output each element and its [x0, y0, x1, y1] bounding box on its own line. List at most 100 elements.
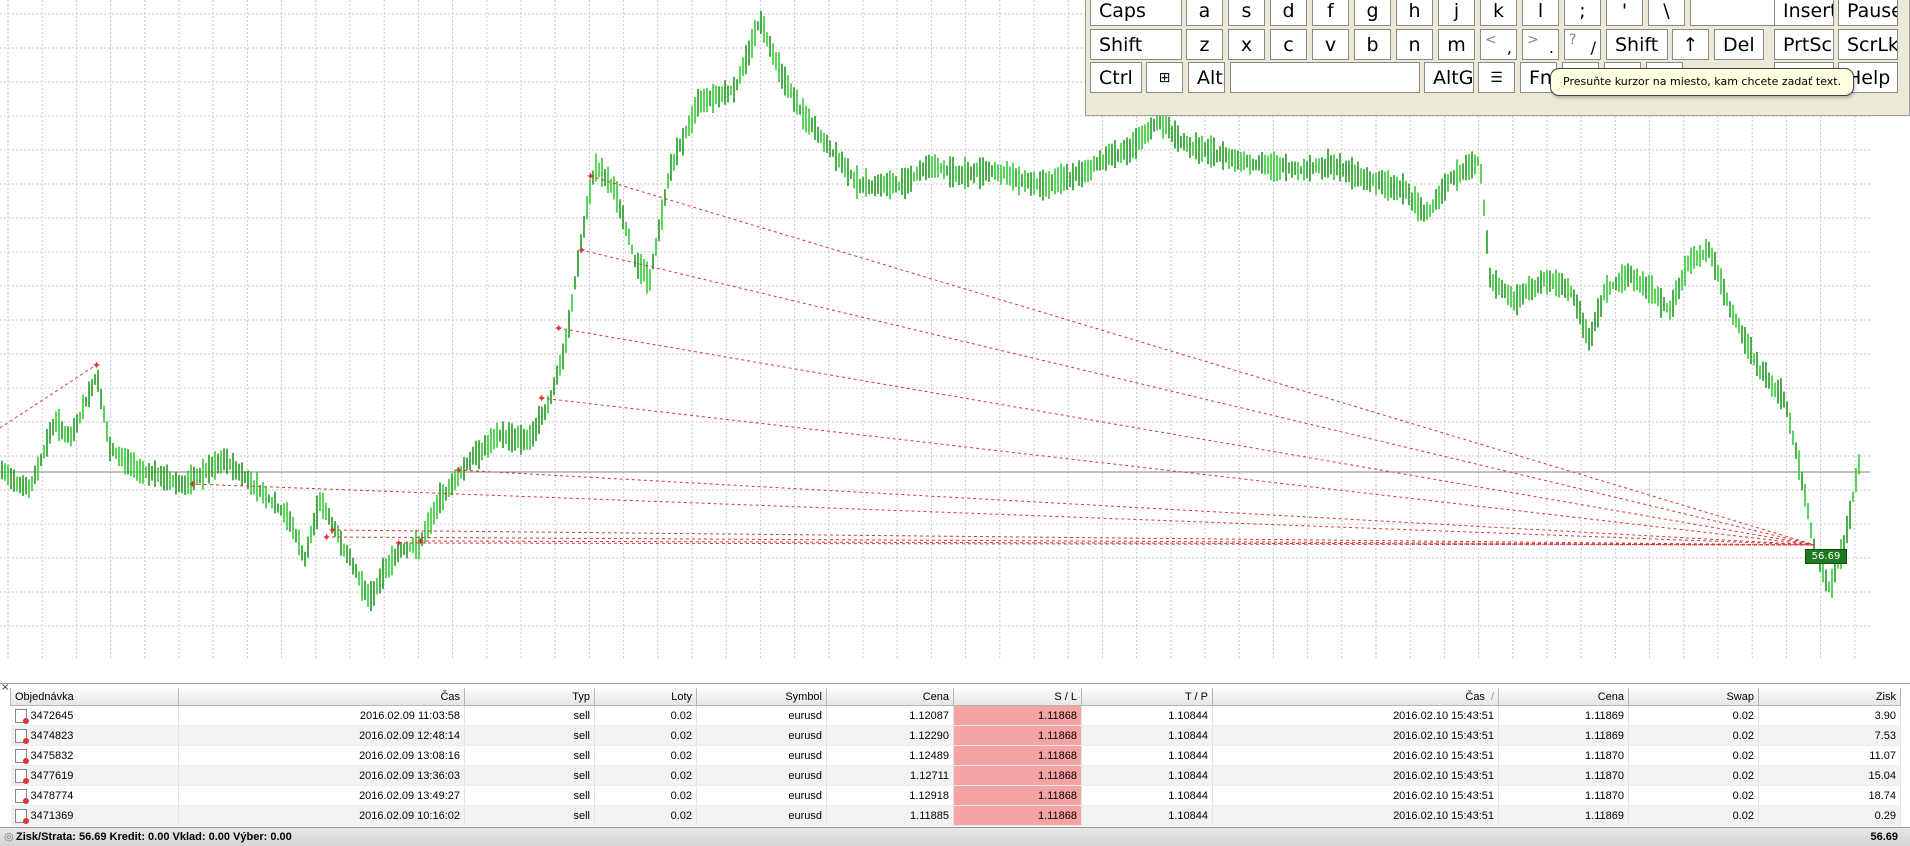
- key-x[interactable]: x: [1228, 29, 1265, 60]
- key-[interactable]: . >: [1522, 29, 1559, 60]
- key-menu[interactable]: ☰: [1478, 62, 1515, 93]
- key-c[interactable]: c: [1270, 29, 1307, 60]
- key-v[interactable]: v: [1312, 29, 1349, 60]
- key-label: Fn: [1529, 66, 1552, 89]
- entry-marker: ✦: [586, 170, 595, 183]
- table-cell: 1.10844: [1081, 745, 1213, 766]
- status-icon: ◎: [4, 831, 14, 843]
- order-icon: [14, 808, 29, 824]
- key-shift[interactable]: Shift: [1090, 29, 1182, 60]
- key-l[interactable]: l: [1522, 0, 1559, 26]
- key-altgr[interactable]: AltGr: [1424, 62, 1474, 93]
- key-label: Pause: [1847, 0, 1898, 22]
- key-a[interactable]: a: [1186, 0, 1223, 26]
- order-id: 3477619: [30, 769, 74, 782]
- table-cell: 0.02: [594, 805, 697, 826]
- key-label: Insert: [1783, 0, 1834, 22]
- key-[interactable]: ': [1606, 0, 1643, 26]
- table-cell: 2016.02.10 15:43:51: [1212, 725, 1499, 746]
- key-caps[interactable]: Caps: [1090, 0, 1182, 26]
- entry-marker: ✦: [92, 359, 101, 372]
- column-header[interactable]: Objednávka: [10, 688, 179, 706]
- column-header[interactable]: S / L: [953, 688, 1082, 706]
- table-row[interactable]: 3471369 2016.02.09 10:16:02 sell 0.02 eurusd…: [10, 805, 1901, 826]
- table-cell: 2016.02.09 11:03:58: [178, 705, 465, 726]
- table-cell: 2016.02.09 10:16:02: [178, 805, 465, 826]
- key-b[interactable]: b: [1354, 29, 1391, 60]
- table-cell: 2016.02.09 13:08:16: [178, 745, 465, 766]
- key-shift[interactable]: Shift: [1606, 29, 1668, 60]
- table-cell: 1.11869: [1498, 705, 1629, 726]
- entry-marker: ✦: [188, 478, 197, 491]
- table-row[interactable]: 3477619 2016.02.09 13:36:03 sell 0.02 eurusd…: [10, 765, 1901, 786]
- key-[interactable]: \: [1648, 0, 1685, 26]
- table-cell: sell: [464, 805, 595, 826]
- column-header[interactable]: Typ: [464, 688, 595, 706]
- key-label: AltGr: [1433, 66, 1474, 89]
- table-cell: 0.02: [1628, 765, 1759, 786]
- table-row[interactable]: 3478774 2016.02.09 13:49:27 sell 0.02 eurusd…: [10, 785, 1901, 806]
- key-blank[interactable]: [1230, 62, 1420, 93]
- table-cell: 3471369: [10, 805, 179, 826]
- key-scrlk[interactable]: ScrLk: [1838, 29, 1898, 60]
- key-z[interactable]: z: [1186, 29, 1223, 60]
- column-header[interactable]: Čas /: [1212, 688, 1499, 706]
- key-label: Alt: [1197, 66, 1223, 89]
- table-cell: eurusd: [696, 725, 827, 746]
- order-id: 3472645: [30, 709, 74, 722]
- table-cell: 1.11868: [953, 725, 1082, 746]
- column-header[interactable]: Symbol: [696, 688, 827, 706]
- table-cell: eurusd: [696, 705, 827, 726]
- key-pause[interactable]: Pause: [1838, 0, 1898, 26]
- table-cell: 1.11869: [1498, 805, 1629, 826]
- key-del[interactable]: Del: [1714, 29, 1764, 60]
- key-prtscn[interactable]: PrtScn: [1774, 29, 1834, 60]
- table-cell: 2016.02.09 12:48:14: [178, 725, 465, 746]
- table-cell: 1.10844: [1081, 765, 1213, 786]
- key-n[interactable]: n: [1396, 29, 1433, 60]
- column-header[interactable]: Swap: [1628, 688, 1759, 706]
- column-header[interactable]: Cena: [826, 688, 954, 706]
- key-windows[interactable]: ⊞: [1146, 62, 1183, 93]
- key-label: x: [1240, 33, 1253, 56]
- key-alt[interactable]: Alt: [1188, 62, 1225, 93]
- key-d[interactable]: d: [1270, 0, 1307, 26]
- table-cell: 1.12087: [826, 705, 954, 726]
- column-header[interactable]: Loty: [594, 688, 697, 706]
- table-row[interactable]: 3475832 2016.02.09 13:08:16 sell 0.02 eurusd…: [10, 745, 1901, 766]
- column-header[interactable]: Cena: [1498, 688, 1629, 706]
- entry-marker: ✦: [454, 464, 463, 477]
- order-icon: [14, 788, 29, 804]
- key-label: Shift: [1615, 33, 1659, 56]
- key-[interactable]: ;: [1564, 0, 1601, 26]
- close-icon[interactable]: ×: [1, 682, 9, 693]
- on-screen-keyboard[interactable]: Caps a s d f g h j k l; ' \ Insert Pause Shift z x c v b n m,…: [1085, 0, 1910, 116]
- table-cell: eurusd: [696, 745, 827, 766]
- order-icon: [14, 728, 29, 744]
- table-row[interactable]: 3474823 2016.02.09 12:48:14 sell 0.02 eurusd…: [10, 725, 1901, 746]
- key-j[interactable]: j: [1438, 0, 1475, 26]
- key-s[interactable]: s: [1228, 0, 1265, 26]
- key-label: .: [1548, 38, 1554, 57]
- key-insert[interactable]: Insert: [1774, 0, 1834, 26]
- key-[interactable]: /?: [1564, 29, 1601, 60]
- key-m[interactable]: m: [1438, 29, 1475, 60]
- key-ctrl[interactable]: Ctrl: [1090, 62, 1142, 93]
- column-header[interactable]: Čas: [178, 688, 465, 706]
- key-blank[interactable]: [1690, 0, 1777, 26]
- key-g[interactable]: g: [1354, 0, 1391, 26]
- table-cell: 1.10844: [1081, 785, 1213, 806]
- key-k[interactable]: k: [1480, 0, 1517, 26]
- column-header[interactable]: T / P: [1081, 688, 1213, 706]
- key-[interactable]: ↑: [1672, 29, 1709, 60]
- table-row[interactable]: 3472645 2016.02.09 11:03:58 sell 0.02 eurusd…: [10, 705, 1901, 726]
- column-header[interactable]: Zisk: [1758, 688, 1901, 706]
- key-[interactable]: , <: [1480, 29, 1517, 60]
- key-label: /: [1590, 38, 1596, 57]
- table-cell: 0.02: [594, 785, 697, 806]
- key-h[interactable]: h: [1396, 0, 1433, 26]
- key-f[interactable]: f: [1312, 0, 1349, 26]
- table-cell: 1.11870: [1498, 765, 1629, 786]
- table-cell: 0.29: [1758, 805, 1901, 826]
- entry-marker: ✦: [554, 322, 563, 335]
